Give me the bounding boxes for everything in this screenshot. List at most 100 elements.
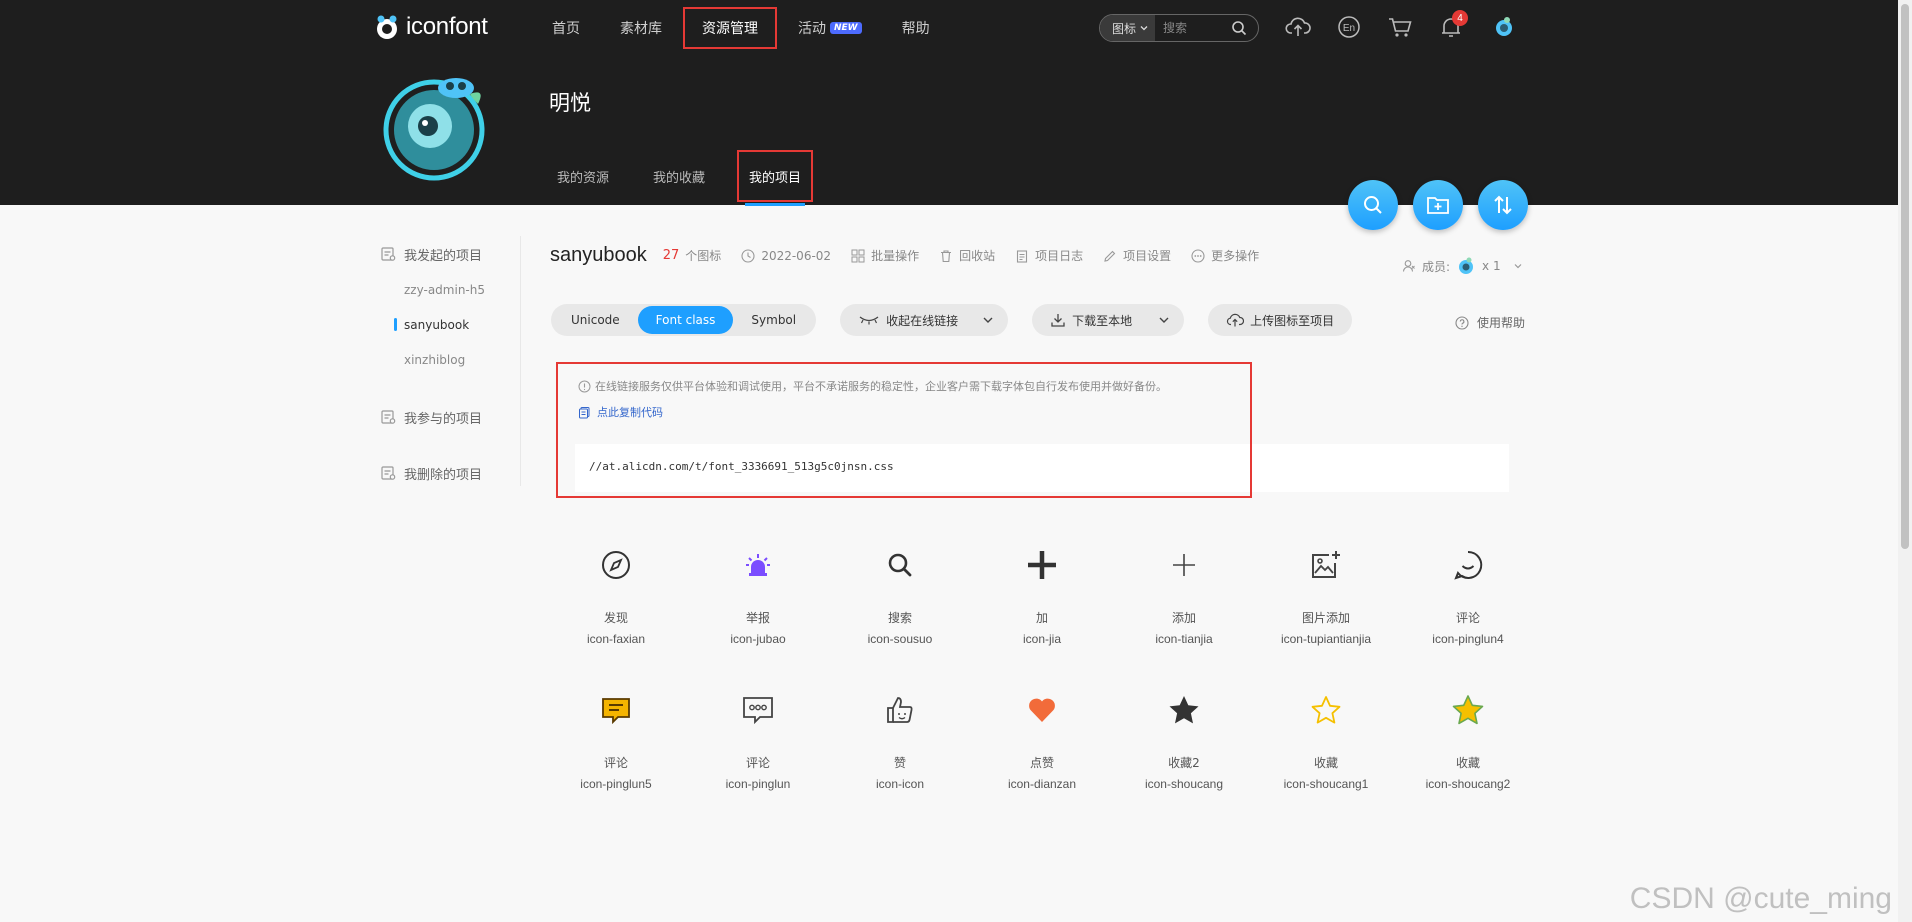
tab-my-resources[interactable]: 我的资源 <box>545 150 621 202</box>
upload-to-project-button[interactable]: 上传图标至项目 <box>1208 304 1353 336</box>
sidebar-divider <box>520 236 521 486</box>
upload-cloud-icon <box>1227 313 1245 327</box>
icon-chinese-name: 添加 <box>1171 611 1196 625</box>
segment-symbol[interactable]: Symbol <box>733 306 814 334</box>
star-filled-icon <box>1164 690 1204 730</box>
main-nav: 首页 素材库 资源管理 活动 NEW 帮助 <box>532 7 950 49</box>
star-green-icon <box>1448 690 1488 730</box>
nav-activity-label: 活动 <box>798 21 826 37</box>
icon-chinese-name: 图片添加 <box>1301 611 1350 625</box>
project-settings-button[interactable]: 项目设置 <box>1103 247 1171 264</box>
download-icon <box>1051 314 1065 327</box>
icon-card[interactable]: 举报 icon-jubao <box>687 545 829 646</box>
collapse-online-link-button[interactable]: 收起在线链接 <box>840 304 1009 336</box>
image-add-icon <box>1306 545 1346 585</box>
language-en-icon[interactable]: En <box>1334 12 1364 42</box>
copy-icon <box>579 406 590 418</box>
nav-resource-management[interactable]: 资源管理 <box>683 7 777 49</box>
tab-my-projects-label: 我的项目 <box>749 170 802 186</box>
more-actions-label: 更多操作 <box>1211 249 1260 263</box>
tab-my-projects[interactable]: 我的项目 <box>737 150 814 206</box>
search-input[interactable] <box>1161 20 1230 36</box>
icon-card[interactable]: 评论 icon-pinglun4 <box>1397 545 1539 646</box>
icon-card[interactable]: 赞 icon-icon <box>829 690 971 791</box>
fab-new-folder-button[interactable] <box>1413 180 1463 230</box>
alarm-icon <box>738 545 778 585</box>
cart-icon[interactable] <box>1385 12 1415 42</box>
icon-class-name: icon-icon <box>875 777 925 791</box>
search-type-select[interactable]: 图标 <box>1100 15 1156 41</box>
nav-resource-label: 资源管理 <box>702 21 758 37</box>
sidebar-group-created[interactable]: 我发起的项目 <box>380 236 520 272</box>
batch-operation-button[interactable]: 批量操作 <box>851 247 919 264</box>
project-log-button[interactable]: 项目日志 <box>1015 247 1083 264</box>
usage-help-link[interactable]: 使用帮助 <box>1455 314 1525 331</box>
icon-class-name: icon-jubao <box>730 632 786 646</box>
icon-class-name: icon-faxian <box>586 632 646 646</box>
icon-chinese-name: 搜索 <box>887 611 912 625</box>
copy-code-link[interactable]: 点此复制代码 <box>578 404 663 420</box>
notification-bell[interactable]: 4 <box>1436 10 1468 42</box>
nav-library-label: 素材库 <box>620 21 662 37</box>
nav-home[interactable]: 首页 <box>532 11 600 45</box>
more-actions-button[interactable]: 更多操作 <box>1191 247 1259 264</box>
member-avatar-icon <box>1459 257 1474 274</box>
nav-help[interactable]: 帮助 <box>882 11 950 45</box>
tab-my-favorites[interactable]: 我的收藏 <box>641 150 717 202</box>
project-name: sanyubook <box>550 244 647 266</box>
icon-class-name: icon-tupiantianjia <box>1280 632 1372 646</box>
notification-count-badge: 4 <box>1452 10 1468 26</box>
collapse-online-link-label: 收起在线链接 <box>886 313 959 328</box>
icon-class-name: icon-tianjia <box>1155 632 1213 646</box>
project-list-icon <box>381 247 396 261</box>
folder-add-icon <box>1427 197 1449 214</box>
icon-card[interactable]: 收藏2 icon-shoucang <box>1113 690 1255 791</box>
project-log-label: 项目日志 <box>1035 249 1084 263</box>
sidebar-group-deleted[interactable]: 我删除的项目 <box>380 455 520 491</box>
segment-unicode[interactable]: Unicode <box>553 306 638 334</box>
members-dropdown[interactable]: 成员: x 1 <box>1402 256 1523 276</box>
icon-class-name: icon-shoucang1 <box>1283 777 1369 791</box>
upload-to-project-label: 上传图标至项目 <box>1250 313 1335 328</box>
upload-cloud-icon[interactable] <box>1283 12 1313 42</box>
fab-sort-button[interactable] <box>1478 180 1528 230</box>
recycle-bin-button[interactable]: 回收站 <box>939 247 995 264</box>
nav-activity[interactable]: 活动 NEW <box>778 11 882 45</box>
icon-card[interactable]: 加 icon-jia <box>971 545 1113 646</box>
svg-text:En: En <box>1343 23 1355 34</box>
profile-tabs: 我的资源 我的收藏 我的项目 <box>545 150 833 206</box>
icon-card[interactable]: 点赞 icon-dianzan <box>971 690 1113 791</box>
icon-card[interactable]: 评论 icon-pinglun <box>687 690 829 791</box>
icon-chinese-name: 评论 <box>745 756 770 770</box>
icon-card[interactable]: 发现 icon-faxian <box>545 545 687 646</box>
icon-card[interactable]: 图片添加 icon-tupiantianjia <box>1255 545 1397 646</box>
star-outline-icon <box>1306 690 1346 730</box>
help-circle-icon <box>1455 315 1469 330</box>
icon-card[interactable]: 收藏 icon-shoucang1 <box>1255 690 1397 791</box>
sidebar-item-zzy-admin-h5[interactable]: zzy-admin-h5 <box>380 272 520 307</box>
nav-library[interactable]: 素材库 <box>600 11 682 45</box>
top-header: iconfont 首页 素材库 资源管理 活动 NEW 帮助 图标 En 4 <box>0 0 1898 206</box>
pencil-icon <box>1104 250 1116 262</box>
search-icon[interactable] <box>1231 20 1247 36</box>
fab-search-button[interactable] <box>1348 180 1398 230</box>
copy-code-label: 点此复制代码 <box>597 406 663 419</box>
download-local-button[interactable]: 下载至本地 <box>1032 304 1185 336</box>
page-scrollbar[interactable] <box>1898 0 1912 922</box>
icon-chinese-name: 评论 <box>603 756 628 770</box>
chevron-down-icon <box>1514 264 1522 269</box>
icon-card[interactable]: 搜索 icon-sousuo <box>829 545 971 646</box>
sidebar-item-xinzhiblog[interactable]: xinzhiblog <box>380 342 520 377</box>
sidebar-group-joined[interactable]: 我参与的项目 <box>380 399 520 435</box>
sidebar-item-sanyubook[interactable]: sanyubook <box>380 307 520 342</box>
user-avatar[interactable] <box>1489 12 1519 42</box>
chevron-down-icon <box>1159 317 1169 323</box>
iconfont-logo[interactable]: iconfont <box>372 10 488 44</box>
icon-card[interactable]: 评论 icon-pinglun5 <box>545 690 687 791</box>
icon-card[interactable]: 收藏 icon-shoucang2 <box>1397 690 1539 791</box>
segment-font-class[interactable]: Font class <box>637 306 734 334</box>
header-search: 图标 <box>1099 14 1259 42</box>
icon-card[interactable]: 添加 icon-tianjia <box>1113 545 1255 646</box>
scrollbar-thumb[interactable] <box>1901 4 1909 549</box>
members-label: 成员: <box>1422 259 1451 274</box>
